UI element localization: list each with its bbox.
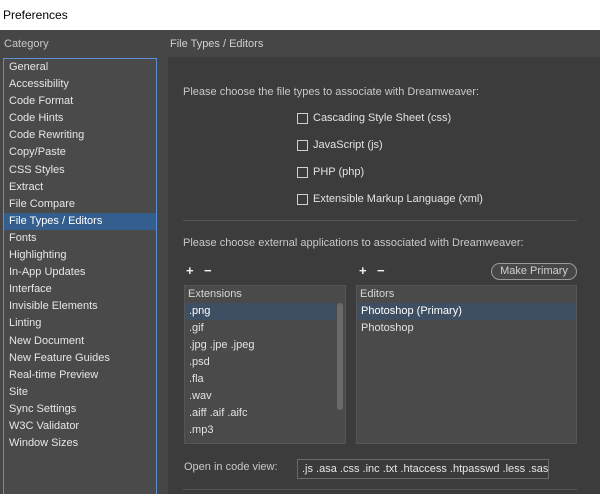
apps-prompt: Please choose external applications to a… bbox=[183, 237, 524, 249]
category-item[interactable]: Fonts bbox=[4, 230, 156, 247]
remove-extension-button[interactable]: − bbox=[204, 263, 212, 278]
checkbox-box[interactable] bbox=[297, 193, 308, 205]
extension-item[interactable]: .fla bbox=[185, 371, 204, 388]
extension-item-selected[interactable]: .png bbox=[185, 303, 336, 320]
checkbox-label: Cascading Style Sheet (css) bbox=[313, 112, 452, 124]
extensions-header: Extensions bbox=[188, 288, 242, 300]
checkbox-js[interactable]: JavaScript (js) bbox=[297, 138, 383, 152]
checkbox-box[interactable] bbox=[297, 112, 308, 124]
category-item[interactable]: Extract bbox=[4, 179, 156, 196]
category-item[interactable]: General bbox=[4, 59, 156, 76]
checkbox-xml[interactable]: Extensible Markup Language (xml) bbox=[297, 192, 483, 206]
remove-editor-button[interactable]: − bbox=[377, 263, 385, 278]
divider bbox=[183, 489, 577, 490]
category-item[interactable]: In-App Updates bbox=[4, 264, 156, 281]
category-item[interactable]: New Document bbox=[4, 333, 156, 350]
section-title: File Types / Editors bbox=[170, 38, 264, 50]
category-item[interactable]: Highlighting bbox=[4, 247, 156, 264]
extension-item[interactable]: .jpg .jpe .jpeg bbox=[185, 337, 254, 354]
make-primary-button[interactable]: Make Primary bbox=[491, 263, 577, 280]
title-bar: Preferences bbox=[0, 0, 600, 30]
checkbox-label: JavaScript (js) bbox=[313, 139, 383, 151]
category-item[interactable]: Real-time Preview bbox=[4, 367, 156, 384]
checkbox-label: Extensible Markup Language (xml) bbox=[313, 193, 483, 205]
extension-item[interactable]: .aiff .aif .aifc bbox=[185, 405, 248, 422]
add-editor-button[interactable]: + bbox=[359, 263, 367, 278]
category-item-selected[interactable]: File Types / Editors bbox=[4, 212, 156, 230]
editor-item-selected[interactable]: Photoshop (Primary) bbox=[357, 303, 576, 320]
category-item[interactable]: Copy/Paste bbox=[4, 144, 156, 161]
checkbox-box[interactable] bbox=[297, 166, 308, 178]
checkbox-php[interactable]: PHP (php) bbox=[297, 165, 364, 179]
category-label: Category bbox=[4, 38, 49, 50]
category-item[interactable]: Interface bbox=[4, 281, 156, 298]
category-item[interactable]: CSS Styles bbox=[4, 162, 156, 179]
divider bbox=[183, 220, 577, 221]
category-item[interactable]: Accessibility bbox=[4, 76, 156, 93]
category-item[interactable]: Code Hints bbox=[4, 110, 156, 127]
category-item[interactable]: File Compare bbox=[4, 196, 156, 213]
editor-item[interactable]: Photoshop bbox=[357, 320, 414, 337]
extensions-list[interactable]: .png .gif .jpg .jpe .jpeg .psd .fla .wav… bbox=[184, 285, 346, 444]
editors-header: Editors bbox=[360, 288, 395, 300]
editors-list[interactable]: Photoshop (Primary) Photoshop bbox=[356, 285, 577, 444]
category-list[interactable]: General Accessibility Code Format Code H… bbox=[3, 58, 157, 494]
open-in-code-input[interactable]: .js .asa .css .inc .txt .htaccess .htpas… bbox=[297, 459, 549, 479]
extension-item[interactable]: .wav bbox=[185, 388, 212, 405]
extensions-scrollbar-thumb[interactable] bbox=[337, 303, 343, 410]
open-in-code-label: Open in code view: bbox=[184, 461, 278, 473]
category-item[interactable]: Code Format bbox=[4, 93, 156, 110]
category-item[interactable]: Window Sizes bbox=[4, 435, 156, 452]
window-title: Preferences bbox=[3, 8, 68, 22]
category-item[interactable]: Code Rewriting bbox=[4, 127, 156, 144]
category-item[interactable]: New Feature Guides bbox=[4, 350, 156, 367]
category-item[interactable]: W3C Validator bbox=[4, 418, 156, 435]
extension-item[interactable]: .psd bbox=[185, 354, 210, 371]
checkbox-box[interactable] bbox=[297, 139, 308, 151]
category-item[interactable]: Site bbox=[4, 384, 156, 401]
checkbox-css[interactable]: Cascading Style Sheet (css) bbox=[297, 111, 451, 125]
filetypes-prompt: Please choose the file types to associat… bbox=[183, 86, 479, 98]
checkbox-label: PHP (php) bbox=[313, 166, 365, 178]
add-extension-button[interactable]: + bbox=[186, 263, 194, 278]
category-item[interactable]: Invisible Elements bbox=[4, 298, 156, 315]
category-item[interactable]: Sync Settings bbox=[4, 401, 156, 418]
extension-item[interactable]: .mp3 bbox=[185, 422, 213, 439]
category-item[interactable]: Linting bbox=[4, 315, 156, 332]
extension-item[interactable]: .gif bbox=[185, 320, 204, 337]
